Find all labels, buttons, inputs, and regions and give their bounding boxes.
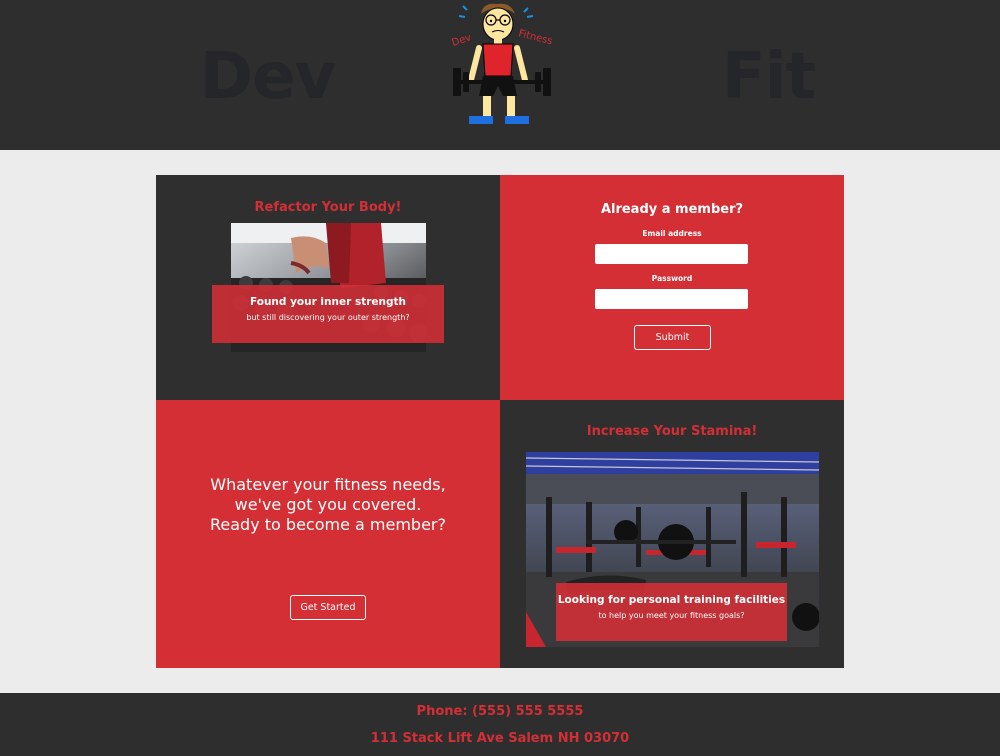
pitch-line-2: we've got you covered. (234, 495, 422, 514)
stamina-caption: Looking for personal training facilities… (556, 583, 787, 641)
pitch-text: Whatever your fitness needs, we've got y… (156, 475, 500, 535)
refactor-heading: Refactor Your Body! (254, 200, 402, 215)
footer-address: 111 Stack Lift Ave Salem NH 03070 (370, 731, 630, 746)
password-field[interactable] (595, 289, 748, 309)
site-header: Dev Fit Dev Fitness (0, 0, 1000, 150)
membership-pitch-panel: Whatever your fitness needs, we've got y… (156, 400, 500, 668)
brand-word-right: Fit (722, 40, 816, 114)
dev-fitness-logo[interactable]: Dev Fitness (443, 0, 561, 132)
pitch-line-3: Ready to become a member? (210, 515, 446, 534)
login-panel: Already a member? Email address Password… (500, 175, 844, 400)
brand-word-left: Dev (200, 40, 336, 114)
logo-text-dev: Dev (451, 32, 473, 49)
email-label: Email address (642, 229, 702, 238)
refactor-caption-subtitle: but still discovering your outer strengt… (246, 313, 410, 322)
email-field[interactable] (595, 244, 748, 264)
refactor-caption-title: Found your inner strength (249, 296, 406, 308)
password-label: Password (651, 274, 693, 283)
pitch-line-1: Whatever your fitness needs, (210, 475, 446, 494)
stamina-heading: Increase Your Stamina! (586, 424, 758, 439)
get-started-button[interactable]: Get Started (290, 595, 366, 620)
refactor-caption: Found your inner strength but still disc… (212, 285, 444, 343)
login-heading: Already a member? (600, 202, 744, 217)
submit-button[interactable]: Submit (634, 325, 711, 350)
logo-text-fitness: Fitness (517, 28, 553, 47)
feature-grid: Refactor Your Body! Already a member? Em… (156, 175, 844, 668)
stamina-caption-subtitle: to help you meet your fitness goals? (598, 611, 745, 620)
stamina-caption-title: Looking for personal training facilities (557, 594, 786, 606)
footer-phone: Phone: (555) 555 5555 (416, 704, 584, 719)
site-footer: Phone: (555) 555 5555 111 Stack Lift Ave… (0, 693, 1000, 756)
